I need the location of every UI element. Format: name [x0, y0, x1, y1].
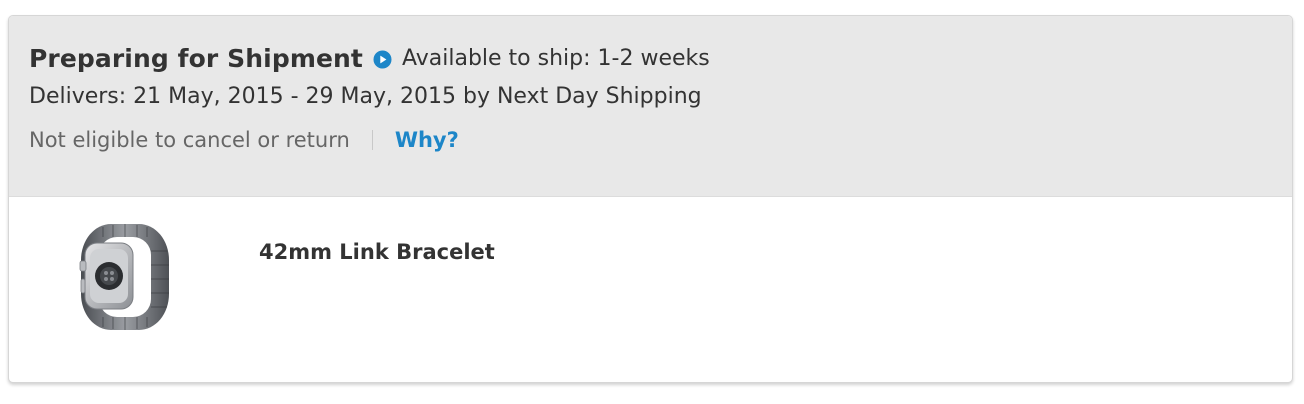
- product-name: 42mm Link Bracelet: [259, 240, 495, 264]
- return-policy-text: Not eligible to cancel or return: [29, 128, 350, 152]
- delivery-date-text: Delivers: 21 May, 2015 - 29 May, 2015 by…: [29, 84, 702, 109]
- watch-link-bracelet-image: [73, 221, 173, 333]
- shipment-status-header: Preparing for Shipment Available to ship…: [9, 16, 1292, 197]
- why-link[interactable]: Why?: [395, 128, 459, 152]
- order-shipment-card: Preparing for Shipment Available to ship…: [8, 15, 1293, 383]
- availability-text: Available to ship: 1-2 weeks: [401, 46, 710, 71]
- play-circle-icon[interactable]: [373, 50, 392, 69]
- status-title: Preparing for Shipment: [29, 44, 363, 73]
- policy-divider: [371, 130, 373, 150]
- return-policy-line: Not eligible to cancel or return Why?: [29, 128, 459, 152]
- status-title-line: Preparing for Shipment Available to ship…: [29, 44, 710, 73]
